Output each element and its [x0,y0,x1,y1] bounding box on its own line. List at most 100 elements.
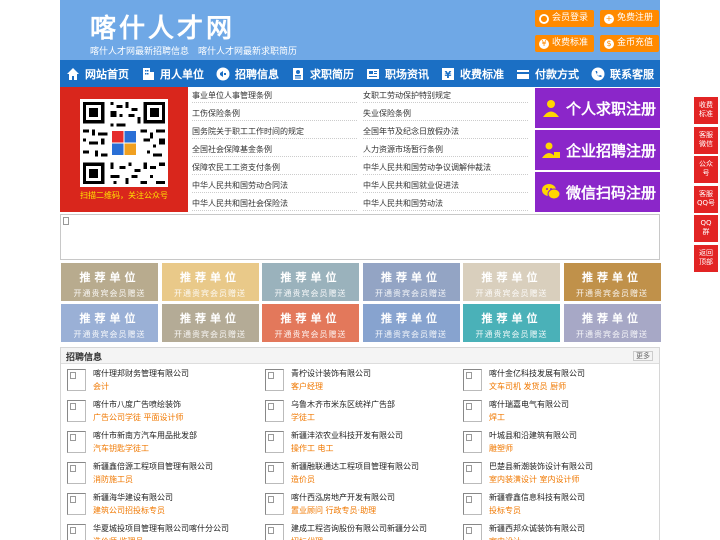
job-positions-link[interactable]: 会计 [93,381,109,392]
nav-fees[interactable]: ¥ 收费标准 [435,60,510,87]
company-name-link[interactable]: 巴楚县新潮装饰设计有限公司 [489,461,593,472]
nav-contact[interactable]: 联系客服 [585,60,660,87]
fee-standard-button[interactable]: ¥ 收费标准 [535,35,595,52]
company-name-link[interactable]: 喀什理邦财务管理有限公司 [93,368,189,379]
recommended-employer-tile[interactable]: 推荐单位 开通贵宾会员赠送 [262,263,359,301]
company-name-link[interactable]: 新疆鑫倍源工程项目管理有限公司 [93,461,213,472]
company-name-link[interactable]: 华夏城投项目管理有限公司喀什分公司 [93,523,229,534]
company-name-link[interactable]: 青柠设计装饰有限公司 [291,368,371,379]
company-logo[interactable] [463,400,482,422]
job-positions-link[interactable]: 造价员 [291,474,315,485]
company-logo[interactable] [67,369,86,391]
job-positions-link[interactable]: 文车司机 发货员 厨师 [489,381,566,392]
company-logo[interactable] [265,369,284,391]
company-name-link[interactable]: 建成工程咨询股份有限公司新疆分公司 [291,523,427,534]
company-name-link[interactable]: 新疆沣浓农业科技开发有限公司 [291,430,403,441]
law-link[interactable]: 国务院关于职工工作时间的规定 [192,126,304,137]
law-link[interactable]: 中华人民共和国社会保险法 [192,198,288,209]
company-name-link[interactable]: 喀什瑞嘉电气有限公司 [489,399,569,410]
company-logo[interactable] [67,524,86,540]
company-logo[interactable] [463,524,482,540]
company-name-link[interactable]: 喀什市八度广告喷绘装饰 [93,399,181,410]
law-link[interactable]: 全国年节及纪念日放假办法 [363,126,459,137]
law-link[interactable]: 中华人民共和国劳动争议调解仲裁法 [363,162,491,173]
company-logo[interactable] [265,524,284,540]
side-button[interactable]: QQ 群 [694,215,718,242]
job-seeker-register-button[interactable]: 个人求职注册 [535,88,660,128]
job-positions-link[interactable]: 室内装潢设计 室内设计师 [489,474,580,485]
company-logo[interactable] [463,493,482,515]
ad-banner[interactable] [60,214,660,260]
job-positions-link[interactable]: 广告公司学徒 平面设计师 [93,412,184,423]
side-button[interactable]: 客服 QQ号 [694,185,718,213]
recommended-employer-tile[interactable]: 推荐单位 开通贵宾会员赠送 [463,304,560,342]
job-positions-link[interactable]: 造价师 监理员 [93,536,144,540]
job-positions-link[interactable]: 投标专员 [489,505,521,516]
recommended-employer-tile[interactable]: 推荐单位 开通贵宾会员赠送 [61,263,158,301]
job-positions-link[interactable]: 操作工 电工 [291,443,334,454]
nav-home[interactable]: 网站首页 [60,60,135,87]
company-name-link[interactable]: 乌鲁木齐市米东区统祥广告部 [291,399,395,410]
member-login-button[interactable]: ● 会员登录 [535,10,595,27]
company-name-link[interactable]: 新疆睿鑫信息科技有限公司 [489,492,585,503]
job-positions-link[interactable]: 汽车钥匙学徒工 [93,443,149,454]
company-logo[interactable] [463,369,482,391]
company-name-link[interactable]: 新疆融联通达工程项目管理有限公司 [291,461,419,472]
nav-payment[interactable]: 付款方式 [510,60,585,87]
law-link[interactable]: 中华人民共和国就业促进法 [363,180,459,191]
side-button[interactable]: 公众号 [694,156,718,183]
job-positions-link[interactable]: 学徒工 [291,412,315,423]
recommended-employer-tile[interactable]: 推荐单位 开通贵宾会员赠送 [161,304,259,342]
company-logo[interactable] [463,462,482,484]
side-button[interactable]: 返回 顶部 [694,244,718,272]
recommended-employer-tile[interactable]: 推荐单位 开通贵宾会员赠送 [563,263,661,301]
side-button[interactable]: 收费 标准 [694,97,718,124]
free-register-button[interactable]: + 免费注册 [600,10,660,27]
company-logo[interactable] [67,493,86,515]
recommended-employer-tile[interactable]: 推荐单位 开通贵宾会员赠送 [463,263,560,301]
wechat-register-button[interactable]: 微信扫码注册 [535,172,660,212]
job-positions-link[interactable]: 招标代理 [291,536,323,540]
company-name-link[interactable]: 叶城县和沿建筑有限公司 [489,430,577,441]
company-logo[interactable] [265,400,284,422]
job-positions-link[interactable]: 焊工 [489,412,505,423]
recommended-employer-tile[interactable]: 推荐单位 开通贵宾会员赠送 [362,304,460,342]
job-positions-link[interactable]: 建筑公司招投标专员 [93,505,165,516]
law-link[interactable]: 人力资源市场暂行条例 [363,144,443,155]
recommended-employer-tile[interactable]: 推荐单位 开通贵宾会员赠送 [262,304,359,342]
company-logo[interactable] [67,431,86,453]
job-positions-link[interactable]: 客户经理 [291,381,323,392]
recommended-employer-tile[interactable]: 推荐单位 开通贵宾会员赠送 [563,304,661,342]
company-name-link[interactable]: 喀什金亿科技发展有限公司 [489,368,585,379]
law-link[interactable]: 中华人民共和国劳动法 [363,198,443,209]
law-link[interactable]: 全国社会保障基金条例 [192,144,272,155]
recommended-employer-tile[interactable]: 推荐单位 开通贵宾会员赠送 [362,263,460,301]
law-link[interactable]: 事业单位人事管理条例 [192,90,272,101]
side-button[interactable]: 客服 微信 [694,126,718,154]
job-positions-link[interactable]: 雕塑师 [489,443,513,454]
more-button[interactable]: 更多 [633,351,653,361]
coin-recharge-button[interactable]: $ 金币充值 [600,35,660,52]
company-logo[interactable] [463,431,482,453]
law-link[interactable]: 工伤保险条例 [192,108,240,119]
law-link[interactable]: 保障农民工工资支付条例 [192,162,280,173]
nav-jobs[interactable]: 招聘信息 [210,60,285,87]
nav-employers[interactable]: 用人单位 [135,60,210,87]
site-logo-text[interactable]: 喀什人才网 [90,8,235,45]
recommended-employer-tile[interactable]: 推荐单位 开通贵宾会员赠送 [161,263,259,301]
company-logo[interactable] [265,462,284,484]
company-name-link[interactable]: 喀什西泓房地产开发有限公司 [291,492,395,503]
company-name-link[interactable]: 新疆海华建设有限公司 [93,492,173,503]
law-link[interactable]: 失业保险条例 [363,108,411,119]
company-logo[interactable] [67,400,86,422]
employer-register-button[interactable]: 企业招聘注册 [535,130,660,170]
job-positions-link[interactable]: 置业顾问 行政专员·助理 [291,505,376,516]
company-name-link[interactable]: 新疆西邦众诚装饰有限公司 [489,523,585,534]
company-logo[interactable] [67,462,86,484]
nav-resumes[interactable]: 求职简历 [285,60,360,87]
law-link[interactable]: 女职工劳动保护特别规定 [363,90,451,101]
company-logo[interactable] [265,431,284,453]
recommended-employer-tile[interactable]: 推荐单位 开通贵宾会员赠送 [61,304,158,342]
law-link[interactable]: 中华人民共和国劳动合同法 [192,180,288,191]
company-name-link[interactable]: 喀什市新南方汽车用品批发部 [93,430,197,441]
